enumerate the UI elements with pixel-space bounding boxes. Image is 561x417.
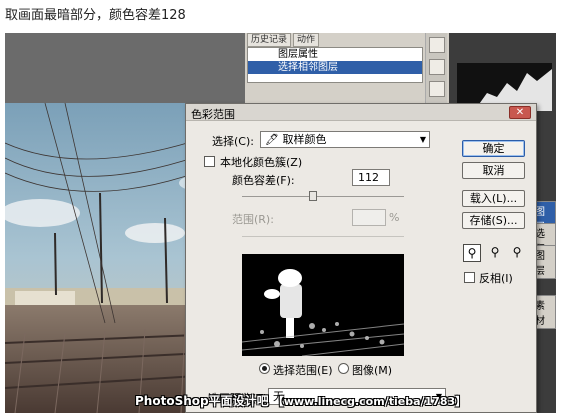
select-label: 选择(C): — [212, 135, 254, 148]
watermark-url: 【www.linecg.com/tieba/1783】 — [272, 395, 467, 408]
select-dropdown[interactable]: 🖊 取样颜色 ▼ — [260, 131, 430, 148]
radio-image[interactable] — [338, 363, 349, 374]
history-item[interactable]: 图层属性 — [248, 48, 422, 61]
close-icon[interactable]: ✕ — [509, 106, 531, 119]
history-brush-icon[interactable] — [429, 37, 445, 53]
watermark-brand: PhotoShop平面设计吧 — [135, 394, 269, 408]
chevron-down-icon: ▼ — [419, 135, 426, 144]
localized-clusters-checkbox[interactable] — [204, 156, 215, 167]
tab-history[interactable]: 历史记录 — [247, 33, 292, 47]
eyedropper-small-icon: 🖊 — [265, 133, 279, 146]
eyedropper-minus-icon[interactable]: ⚲ — [508, 244, 526, 262]
tool-icon[interactable] — [429, 59, 445, 75]
tab-actions[interactable]: 动作 — [293, 33, 320, 47]
color-range-dialog: 色彩范围 ✕ 选择(C): 🖊 取样颜色 ▼ 本地化颜色簇(Z) 颜色容差(F)… — [185, 103, 537, 413]
select-value: 取样颜色 — [282, 133, 327, 146]
fuzziness-label: 颜色容差(F): — [232, 174, 295, 187]
range-label: 范围(R): — [232, 213, 274, 226]
localized-clusters-label: 本地化颜色簇(Z) — [220, 156, 303, 169]
radio-selection-label: 选择范围(E) — [273, 364, 333, 377]
invert-label: 反相(I) — [479, 272, 513, 285]
load-button[interactable]: 载入(L)... — [462, 190, 525, 207]
caption-text: 取画面最暗部分，颜色容差128 — [5, 8, 186, 23]
photoshop-screenshot: 历史记录 动作 图层属性 选择相邻图层 图层 选取 图层 素材 色彩范围 ✕ 选… — [5, 33, 556, 413]
invert-checkbox[interactable] — [464, 272, 475, 283]
range-unit: % — [389, 211, 400, 224]
fuzziness-input[interactable]: 112 — [352, 169, 390, 186]
dialog-titlebar[interactable]: 色彩范围 ✕ — [186, 104, 536, 121]
watermark: PhotoShop平面设计吧 【www.linecg.com/tieba/178… — [135, 392, 466, 409]
eyedropper-icon[interactable]: ⚲ — [463, 244, 481, 262]
dialog-title: 色彩范围 — [191, 108, 235, 121]
cancel-button[interactable]: 取消 — [462, 162, 525, 179]
range-input — [352, 209, 386, 226]
history-item-selected[interactable]: 选择相邻图层 — [248, 61, 422, 74]
fuzziness-slider-thumb[interactable] — [309, 191, 318, 201]
radio-selection[interactable] — [259, 363, 270, 374]
selection-preview — [242, 254, 404, 356]
ok-button[interactable]: 确定 — [462, 140, 525, 157]
history-list: 图层属性 选择相邻图层 — [247, 47, 423, 83]
radio-image-label: 图像(M) — [352, 364, 393, 377]
tool-icon[interactable] — [429, 81, 445, 97]
range-slider-track — [242, 236, 404, 237]
fuzziness-slider-track[interactable] — [242, 196, 404, 197]
panel-tabs: 历史记录 动作 — [247, 33, 320, 47]
eyedropper-plus-icon[interactable]: ⚲ — [486, 244, 504, 262]
save-button[interactable]: 存储(S)... — [462, 212, 525, 229]
